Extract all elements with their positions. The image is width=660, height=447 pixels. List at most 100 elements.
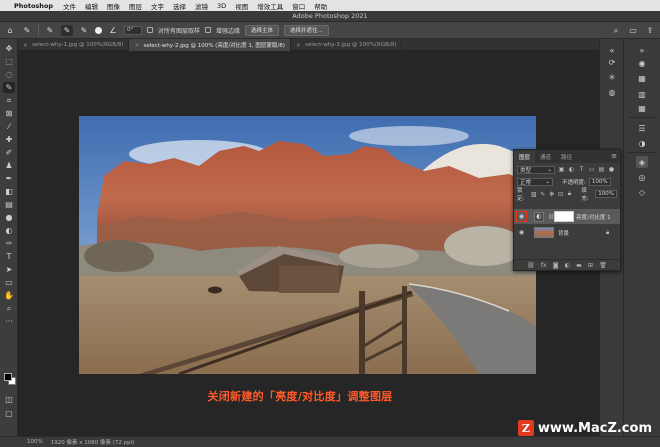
lock-all-icon[interactable]: 🔒︎ <box>566 190 572 198</box>
layer-name[interactable]: 亮度/对比度 1 <box>576 213 611 221</box>
zoom-tool-icon[interactable]: ⌕ <box>3 303 15 314</box>
layer-row-background[interactable]: ◉ 背景 🔒︎ <box>514 225 620 240</box>
fx-icon[interactable]: fx <box>541 262 547 269</box>
patterns-icon[interactable]: ▦ <box>636 102 648 114</box>
trash-icon[interactable]: 🗑︎ <box>599 262 607 269</box>
document-image[interactable] <box>79 116 536 374</box>
tab-paths[interactable]: 路径 <box>556 151 577 163</box>
panel-menu-icon[interactable]: ≡ <box>611 152 617 160</box>
layers-icon[interactable]: ◈ <box>636 156 648 168</box>
tab-channels[interactable]: 通道 <box>535 151 556 163</box>
canvas-area[interactable] <box>18 51 599 436</box>
quick-select-tool-icon[interactable]: ✎ <box>3 82 15 93</box>
angle-icon[interactable]: ∠ <box>107 25 119 36</box>
expand-arrows-icon[interactable]: » <box>636 44 648 56</box>
fill-field[interactable]: 100% <box>595 190 617 198</box>
brush-tool-icon[interactable]: ✐ <box>3 147 15 158</box>
menu-item-type[interactable]: 文字 <box>151 1 164 11</box>
eyedropper-tool-icon[interactable]: ⁄ <box>3 121 15 132</box>
collapse-arrows-icon[interactable]: « <box>606 44 618 56</box>
filter-adjust-icon[interactable]: ◐ <box>568 166 575 173</box>
new-layer-icon[interactable]: ⊞ <box>588 262 593 269</box>
tab-select-why-1[interactable]: × select-why-1.jpg @ 100%(RGB/8) <box>18 39 130 51</box>
stamp-tool-icon[interactable]: ♟ <box>3 160 15 171</box>
lasso-tool-icon[interactable]: ◌ <box>3 69 15 80</box>
close-icon[interactable]: × <box>23 42 28 49</box>
layer-name[interactable]: 背景 <box>558 229 569 237</box>
more-tools-icon[interactable]: ··· <box>3 316 15 327</box>
type-tool-icon[interactable]: T <box>3 251 15 262</box>
hand-tool-icon[interactable]: ✋ <box>3 290 15 301</box>
color-icon[interactable]: ◉ <box>636 57 648 69</box>
mask-icon[interactable]: ◙ <box>553 262 559 269</box>
tab-select-why-3[interactable]: × select-why-3.jpg @ 100%(RGB/8) <box>291 39 403 51</box>
screen-mode-icon[interactable]: ▢ <box>3 408 15 419</box>
enhance-edge-checkbox[interactable] <box>205 27 212 33</box>
gradient-tool-icon[interactable]: ▤ <box>3 199 15 210</box>
select-and-mask-button[interactable]: 选择并遮住... <box>284 24 329 36</box>
history-brush-tool-icon[interactable]: ✒ <box>3 173 15 184</box>
filter-kind-select[interactable]: 类型 ⌄ <box>517 165 555 174</box>
brush-size-icon[interactable] <box>95 26 102 34</box>
visibility-eye-icon[interactable]: ◉ <box>516 211 527 222</box>
adjustment-icon[interactable]: ◐ <box>565 262 570 269</box>
filter-type-icon[interactable]: T <box>578 166 585 173</box>
layer-mask-thumbnail[interactable] <box>554 211 574 222</box>
filter-pixel-icon[interactable]: ▣ <box>558 166 565 173</box>
menu-item-filter[interactable]: 滤镜 <box>195 1 208 11</box>
menu-item-layer[interactable]: 图层 <box>129 1 142 11</box>
path-select-tool-icon[interactable]: ➤ <box>3 264 15 275</box>
lock-image-icon[interactable]: ✎ <box>540 191 546 198</box>
new-selection-icon[interactable]: ✎ <box>44 25 56 36</box>
foreground-color-swatch[interactable] <box>4 373 12 381</box>
menu-item-view[interactable]: 视图 <box>235 1 248 11</box>
visibility-eye-icon[interactable]: ◉ <box>517 228 526 237</box>
tab-select-why-2[interactable]: × select-why-2.jpg @ 100% (亮度/对比度 1, 图层蒙版… <box>129 39 291 51</box>
eraser-tool-icon[interactable]: ◧ <box>3 186 15 197</box>
menu-item-plugins[interactable]: 增效工具 <box>257 1 283 11</box>
quick-select-tool-icon[interactable]: ✎ <box>21 25 33 36</box>
menu-item-edit[interactable]: 编辑 <box>85 1 98 11</box>
brush-settings-icon[interactable]: ✳ <box>606 71 618 83</box>
lock-transparent-icon[interactable]: ▧ <box>531 191 537 198</box>
layer-row-brightness-contrast[interactable]: ◉ ◐ ⛓ 亮度/对比度 1 <box>514 209 620 224</box>
folder-icon[interactable]: ▬ <box>576 262 582 269</box>
menu-item-select[interactable]: 选择 <box>173 1 186 11</box>
rectangle-tool-icon[interactable]: ▭ <box>3 277 15 288</box>
sample-all-layers-checkbox[interactable] <box>147 27 153 33</box>
swatches-icon[interactable]: ▦ <box>636 72 648 84</box>
paths-icon[interactable]: ◇ <box>636 186 648 198</box>
menu-item-image[interactable]: 图像 <box>107 1 120 11</box>
search-icon[interactable]: ⌕ <box>610 25 622 36</box>
tab-layers[interactable]: 图层 <box>514 151 536 163</box>
select-subject-button[interactable]: 选择主体 <box>245 24 280 36</box>
lock-position-icon[interactable]: ✥ <box>549 191 555 198</box>
filter-toggle-icon[interactable]: ● <box>608 166 615 173</box>
add-selection-icon[interactable]: ✎ <box>61 24 73 36</box>
close-icon[interactable]: × <box>134 42 139 49</box>
filter-shape-icon[interactable]: ▭ <box>588 166 595 173</box>
gradient-icon[interactable]: ▥ <box>636 88 648 100</box>
blur-tool-icon[interactable]: ● <box>3 212 15 223</box>
frame-tool-icon[interactable]: ⊠ <box>3 108 15 119</box>
close-icon[interactable]: × <box>296 42 301 49</box>
dodge-tool-icon[interactable]: ◐ <box>3 225 15 236</box>
opacity-field[interactable]: 100% <box>588 178 611 186</box>
angle-field[interactable]: 0° <box>124 25 142 35</box>
menu-item-3d[interactable]: 3D <box>217 2 226 10</box>
history-icon[interactable]: ⟳ <box>606 56 618 68</box>
menu-item-file[interactable]: 文件 <box>63 1 76 11</box>
share-icon[interactable]: ⇪ <box>644 25 656 36</box>
channels-icon[interactable]: ◎ <box>636 171 648 183</box>
pen-tool-icon[interactable]: ✑ <box>3 238 15 249</box>
subtract-selection-icon[interactable]: ✎ <box>78 25 90 36</box>
adjustments-icon[interactable]: ◑ <box>636 137 648 149</box>
menu-item-window[interactable]: 窗口 <box>292 1 305 11</box>
marquee-tool-icon[interactable]: ⬚ <box>3 56 15 67</box>
zoom-level[interactable]: 100% <box>27 439 43 445</box>
move-tool-icon[interactable]: ✥ <box>3 43 15 54</box>
app-menu[interactable]: Photoshop <box>14 2 53 10</box>
blend-mode-select[interactable]: 正常 ⌄ <box>517 178 553 186</box>
libraries-icon[interactable]: ◍ <box>606 86 618 98</box>
menu-item-help[interactable]: 帮助 <box>314 1 327 11</box>
